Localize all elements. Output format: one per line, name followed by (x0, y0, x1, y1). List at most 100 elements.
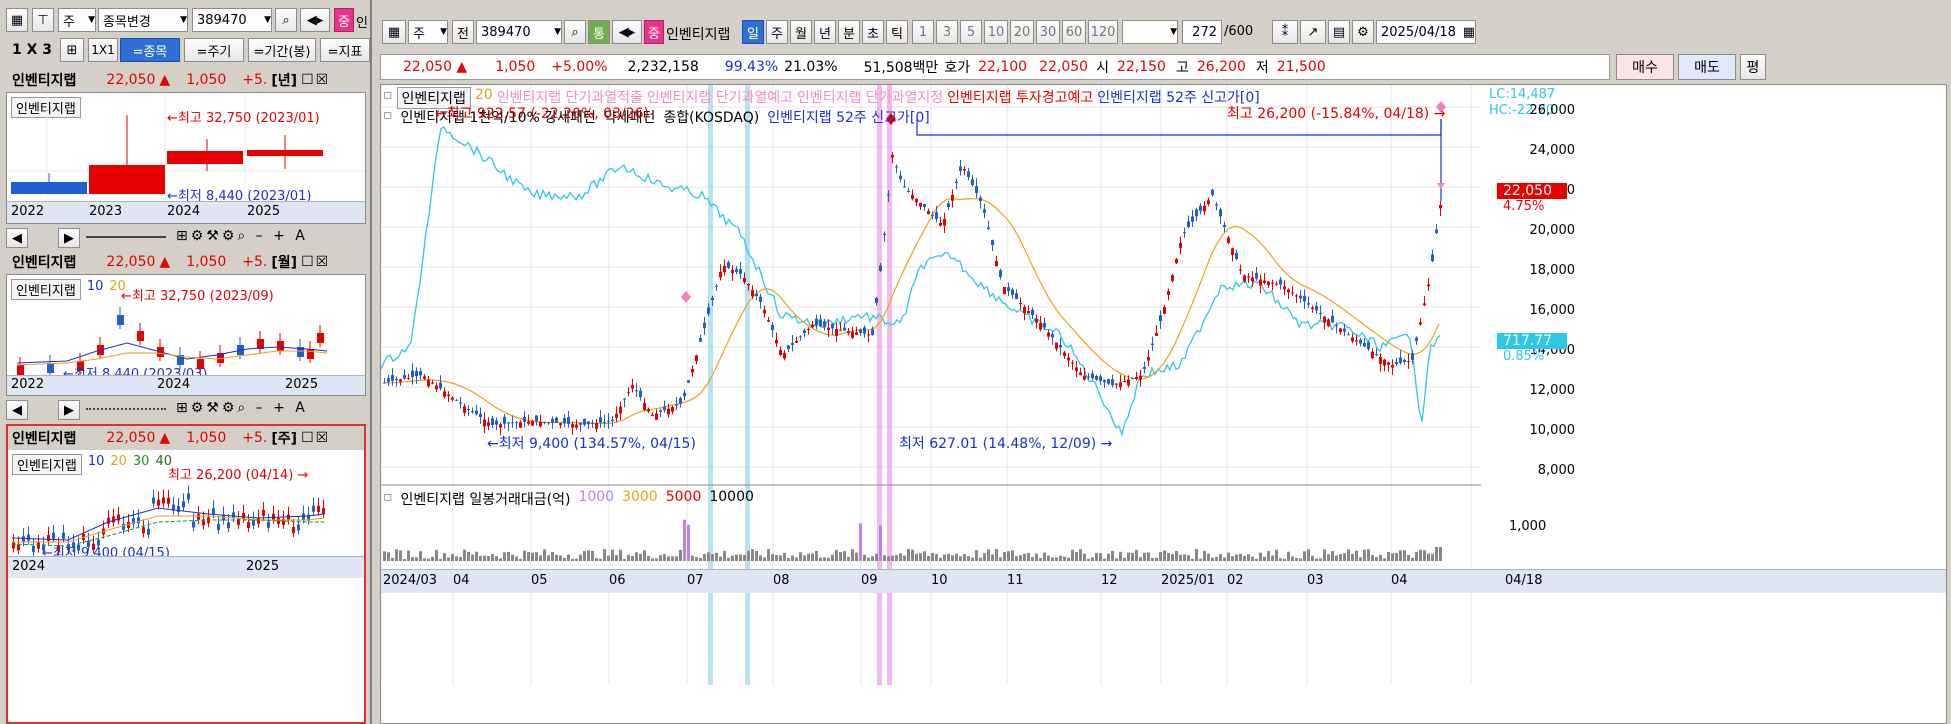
settings-button[interactable]: ⚙ (1352, 20, 1374, 44)
candle (547, 422, 550, 424)
up-arrow-icon: ▲ (159, 430, 171, 446)
stock-change-select[interactable]: 종목변경 ▼ (98, 8, 188, 32)
avg-button[interactable]: 평 (1740, 54, 1766, 80)
margin-badge[interactable]: 중 (334, 8, 354, 32)
interval-120[interactable]: 120 (1088, 20, 1118, 44)
legend-item[interactable]: 1000 (578, 489, 614, 509)
main-search-button[interactable]: ⌕ (564, 20, 586, 44)
candle (217, 523, 220, 530)
drawing-tools-icon[interactable]: ⊞⚙⚒⚙⌕ – + A (176, 400, 308, 416)
drawing-tools-icon[interactable]: ⊞⚙⚒⚙⌕ – + A (176, 228, 308, 244)
candle (1315, 305, 1318, 311)
sell-button[interactable]: 매도 (1678, 54, 1736, 80)
period-minute[interactable]: 분 (838, 20, 860, 44)
date-input[interactable]: 2025/04/18 ▦ (1376, 20, 1476, 44)
trend-button[interactable]: ↗ (1300, 20, 1326, 44)
period-second[interactable]: 초 (862, 20, 884, 44)
interval-30[interactable]: 30 (1036, 20, 1060, 44)
legend-item[interactable]: 인벤티지랩 52주 신고가[0] (767, 107, 929, 127)
one-by-one-button[interactable]: 1X1 (88, 38, 118, 62)
interval-20[interactable]: 20 (1010, 20, 1034, 44)
candle (1427, 284, 1430, 287)
zoom-slider[interactable] (86, 408, 166, 410)
volume-bar (1399, 550, 1402, 561)
interval-3[interactable]: 3 (936, 20, 958, 44)
maximize-icon[interactable]: ☐ (301, 72, 314, 88)
legend-item[interactable]: 5000 (666, 489, 702, 509)
chart-settings-button[interactable]: ▦ (382, 20, 406, 44)
x-label: 2025 (247, 204, 281, 219)
quote-pct: +5.00% (551, 59, 608, 75)
period-monthly[interactable]: 월 (790, 20, 812, 44)
legend-item[interactable]: 인벤티지랩 단기과열예고 (647, 87, 793, 109)
candle (631, 385, 634, 389)
main-code-input[interactable]: 389470 ▼ (476, 20, 562, 44)
candle (1247, 276, 1250, 278)
candle (1003, 287, 1006, 294)
close-icon[interactable]: ☒ (316, 72, 329, 88)
grid-layout-button[interactable]: ⊞ (60, 38, 84, 62)
scroll-left-button[interactable]: ◀ (6, 228, 28, 248)
scroll-right-button[interactable]: ▶ (58, 400, 80, 420)
volume-bar (639, 553, 642, 561)
maximize-icon[interactable]: ☐ (301, 430, 314, 446)
prev-button[interactable]: 전 (452, 20, 474, 44)
volume-bar (763, 557, 766, 561)
volume-bar (1231, 556, 1234, 561)
maximize-icon[interactable]: ☐ (301, 254, 314, 270)
tab-stock[interactable]: =종목 (120, 38, 180, 62)
tab-cycle[interactable]: =주기 (184, 38, 244, 62)
legend-item[interactable]: 인벤티지랩 투자경고예고 (947, 87, 1093, 109)
volume-bar (1275, 549, 1278, 561)
interval-1[interactable]: 1 (912, 20, 934, 44)
mini-chart-header-month: 인벤티지랩 22,050 ▲ 1,050 +5. [월] ☐ ☒ (6, 250, 366, 274)
legend-item[interactable]: 종합(KOSDAQ) (663, 107, 759, 127)
tab-indicator[interactable]: =지표 (320, 38, 370, 62)
main-sound-button[interactable]: ◀▸ (612, 20, 642, 44)
scroll-right-button[interactable]: ▶ (58, 228, 80, 248)
period-daily[interactable]: 일 (742, 20, 764, 44)
legend-item[interactable]: 3000 (622, 489, 658, 509)
close-icon[interactable]: ☒ (316, 430, 329, 446)
legend-swatch: ▫ (383, 489, 393, 505)
zoom-slider[interactable] (86, 236, 166, 238)
interval-custom-input[interactable]: ▼ (1122, 20, 1178, 44)
tab-range[interactable]: =기간(봉) (248, 38, 316, 62)
volume-bar (1171, 554, 1174, 561)
candle (1063, 352, 1066, 357)
volume-bar (1351, 553, 1354, 561)
volume-bar (959, 556, 962, 561)
pin-button[interactable]: ⊤ (32, 8, 54, 32)
legend-item[interactable]: 인벤티지랩 단기과열지정 (797, 87, 943, 109)
interval-60[interactable]: 60 (1062, 20, 1086, 44)
scroll-left-button[interactable]: ◀ (6, 400, 28, 420)
period-weekly[interactable]: 주 (766, 20, 788, 44)
main-margin-badge[interactable]: 중 (644, 20, 664, 44)
stock-code-input[interactable]: 389470 ▼ (192, 8, 272, 32)
period-tick[interactable]: 틱 (886, 20, 908, 44)
comm-button[interactable]: 통 (588, 20, 610, 44)
save-button[interactable]: ▤ (1328, 20, 1350, 44)
period-yearly[interactable]: 년 (814, 20, 836, 44)
calendar-icon[interactable]: ▦ (1463, 25, 1475, 40)
search-button[interactable]: ⌕ (275, 8, 297, 32)
candle (607, 420, 610, 422)
period-select-main[interactable]: 주 ▼ (408, 20, 448, 44)
interval-10[interactable]: 10 (984, 20, 1008, 44)
legend-item[interactable]: 인벤티지랩 일봉거래대금(억) (401, 489, 571, 509)
sound-button[interactable]: ◀▸ (300, 8, 330, 32)
interval-5[interactable]: 5 (960, 20, 982, 44)
candle (112, 516, 115, 523)
period-select-left[interactable]: 주 ▼ (58, 8, 96, 32)
buy-button[interactable]: 매수 (1616, 54, 1674, 80)
candle (539, 421, 542, 427)
kosdaq-tag: 717.77 (1497, 333, 1567, 349)
bar-count-input[interactable]: 272 (1182, 20, 1222, 44)
compare-button[interactable]: ⁑ (1272, 20, 1298, 44)
volume-bar (695, 557, 698, 561)
close-icon[interactable]: ☒ (316, 254, 329, 270)
legend-item[interactable]: 10000 (709, 489, 754, 509)
chart-settings-button[interactable]: ▦ (6, 8, 28, 32)
volume-bar (1051, 557, 1054, 561)
volume-bar (1031, 557, 1034, 561)
